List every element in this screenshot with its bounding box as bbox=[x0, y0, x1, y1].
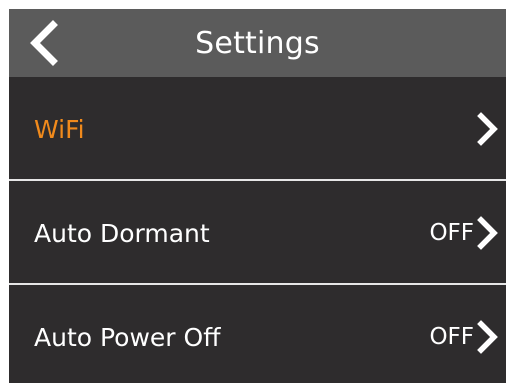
menu-item-value: OFF bbox=[429, 324, 474, 350]
page-title: Settings bbox=[195, 26, 320, 61]
settings-screen: Settings WiFi Auto Dormant OFF Auto Powe… bbox=[9, 9, 506, 383]
menu-item-right bbox=[474, 77, 500, 181]
menu-item-right: OFF bbox=[429, 285, 500, 383]
menu-item-auto-power-off[interactable]: Auto Power Off OFF bbox=[9, 285, 506, 383]
menu-item-auto-dormant[interactable]: Auto Dormant OFF bbox=[9, 181, 506, 285]
chevron-right-icon bbox=[477, 112, 498, 146]
chevron-right-icon bbox=[477, 216, 498, 250]
menu-item-label: Auto Power Off bbox=[34, 322, 221, 352]
menu-item-value: OFF bbox=[429, 220, 474, 246]
menu-item-right: OFF bbox=[429, 181, 500, 285]
menu-item-label: Auto Dormant bbox=[34, 218, 210, 248]
header-bar: Settings bbox=[9, 9, 506, 77]
menu-item-wifi[interactable]: WiFi bbox=[9, 77, 506, 181]
chevron-right-icon bbox=[477, 320, 498, 354]
menu-item-label: WiFi bbox=[34, 114, 85, 144]
